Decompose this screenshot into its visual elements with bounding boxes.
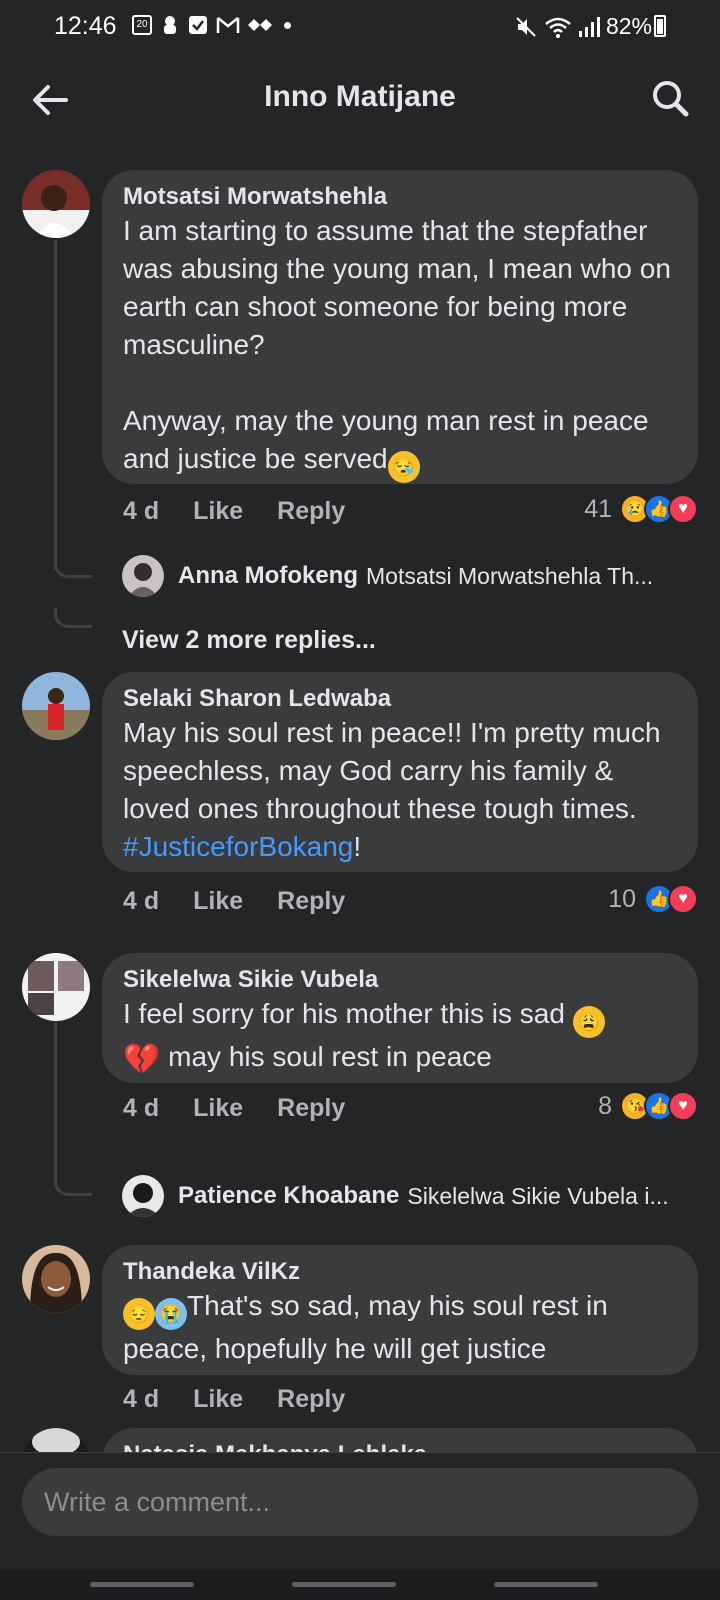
- app-header: Inno Matijane: [0, 60, 720, 136]
- reaction-summary[interactable]: 8 😘 👍 ♥: [598, 1091, 698, 1121]
- comment-text-body: I am starting to assume that the stepfat…: [123, 215, 671, 474]
- comment-text-body: May his soul rest in peace!! I'm pretty …: [123, 717, 669, 824]
- comment-input[interactable]: [22, 1468, 698, 1536]
- comment-actions: 4 d Like Reply: [123, 887, 379, 916]
- love-reaction-icon: ♥: [668, 494, 698, 524]
- avatar[interactable]: [22, 1245, 90, 1313]
- thread-line: [54, 240, 57, 570]
- reply-avatar[interactable]: [122, 555, 164, 597]
- comment-time[interactable]: 4 d: [123, 497, 159, 526]
- reaction-count: 8: [598, 1091, 612, 1120]
- like-button[interactable]: Like: [193, 497, 243, 526]
- battery-percent: 82%: [605, 13, 652, 39]
- comment-author[interactable]: Thandeka VilKz: [123, 1257, 678, 1287]
- comment-author[interactable]: Natasja Makhanya Lehlaka: [123, 1440, 678, 1452]
- reply-author[interactable]: Patience Khoabane: [178, 1182, 399, 1210]
- battery-icon: [654, 15, 666, 37]
- comment-bubble[interactable]: Natasja Makhanya Lehlaka: [102, 1428, 698, 1452]
- search-icon[interactable]: [648, 76, 692, 120]
- status-time: 12:46: [54, 12, 117, 40]
- comment-author[interactable]: Motsatsi Morwatshehla: [123, 182, 678, 212]
- signal-icon: [578, 16, 600, 37]
- reply-preview-row[interactable]: Anna Mofokeng Motsatsi Morwatshehla Th..…: [122, 555, 692, 597]
- avatar[interactable]: [22, 170, 90, 238]
- nav-recents-button[interactable]: [90, 1582, 194, 1587]
- comment-text: I am starting to assume that the stepfat…: [123, 212, 678, 483]
- love-reaction-icon: ♥: [668, 884, 698, 914]
- reply-button[interactable]: Reply: [277, 1385, 345, 1414]
- weary-face-emoji: 😩: [572, 1006, 605, 1038]
- like-button[interactable]: Like: [193, 1094, 243, 1123]
- comment-text-body: I feel sorry for his mother this is sad: [123, 998, 573, 1029]
- comment-time[interactable]: 4 d: [123, 1094, 159, 1123]
- comment-text: May his soul rest in peace!! I'm pretty …: [123, 714, 678, 866]
- comment-time[interactable]: 4 d: [123, 887, 159, 916]
- comment-author[interactable]: Sikelelwa Sikie Vubela: [123, 965, 678, 995]
- like-button[interactable]: Like: [193, 887, 243, 916]
- reply-button[interactable]: Reply: [277, 887, 345, 916]
- broken-heart-emoji: 💔: [123, 1043, 161, 1076]
- reply-connector: [54, 608, 92, 628]
- hand-icon: [164, 16, 176, 34]
- reaction-summary[interactable]: 10 👍 ♥: [608, 884, 698, 914]
- reply-button[interactable]: Reply: [277, 497, 345, 526]
- reply-author[interactable]: Anna Mofokeng: [178, 562, 358, 590]
- reaction-count: 41: [584, 494, 612, 523]
- avatar[interactable]: [22, 672, 90, 740]
- hashtag-link[interactable]: #JusticeforBokang: [123, 831, 353, 862]
- more-notifications-dot: [284, 21, 291, 29]
- reply-connector: [54, 1176, 92, 1196]
- avatar[interactable]: [22, 1428, 90, 1452]
- reply-preview-row[interactable]: Patience Khoabane Sikelelwa Sikie Vubela…: [122, 1175, 692, 1217]
- nav-home-button[interactable]: [292, 1582, 396, 1587]
- comment: Natasja Makhanya Lehlaka: [0, 1428, 720, 1452]
- reply-avatar[interactable]: [122, 1175, 164, 1217]
- comment-actions: 4 d Like Reply: [123, 1094, 379, 1123]
- mute-icon: [516, 16, 536, 37]
- reply-text-preview: Sikelelwa Sikie Vubela i...: [407, 1182, 669, 1209]
- comment-bubble[interactable]: Sikelelwa Sikie Vubela I feel sorry for …: [102, 953, 698, 1083]
- comment-text-body: That's so sad, may his soul rest in peac…: [123, 1290, 616, 1364]
- reaction-count: 10: [608, 884, 636, 913]
- comment-actions: 4 d Like Reply: [123, 1385, 379, 1414]
- comment-bubble[interactable]: Selaki Sharon Ledwaba May his soul rest …: [102, 672, 698, 872]
- comment-actions: 4 d Like Reply: [123, 497, 379, 526]
- comment-bubble[interactable]: Motsatsi Morwatshehla I am starting to a…: [102, 170, 698, 484]
- system-nav-bar: [0, 1570, 720, 1600]
- comment-text-body-2: may his soul rest in peace: [160, 1041, 492, 1072]
- checkbox-icon: [189, 16, 207, 34]
- comment-text: I feel sorry for his mother this is sad …: [123, 995, 678, 1079]
- comment-text-end: !: [353, 831, 362, 862]
- pensive-face-emoji: 😔: [123, 1298, 155, 1330]
- gmail-icon: [216, 17, 240, 33]
- avatar[interactable]: [22, 953, 90, 1021]
- crying-face-emoji: 😭: [155, 1298, 187, 1330]
- calendar-icon: 20: [132, 15, 152, 35]
- reply-button[interactable]: Reply: [277, 1094, 345, 1123]
- comment-author[interactable]: Selaki Sharon Ledwaba: [123, 684, 678, 714]
- view-more-replies-link[interactable]: View 2 more replies...: [122, 626, 376, 655]
- nav-back-button[interactable]: [494, 1582, 598, 1587]
- reply-connector: [54, 558, 92, 578]
- comment-text: 😔 😭 That's so sad, may his soul rest in pe…: [123, 1287, 678, 1368]
- sleepy-face-emoji: 😪: [387, 451, 420, 483]
- love-reaction-icon: ♥: [668, 1091, 698, 1121]
- page-title: Inno Matijane: [264, 80, 456, 113]
- comment-bubble[interactable]: Thandeka VilKz 😔 😭 That's so sad, may his …: [102, 1245, 698, 1375]
- reaction-summary[interactable]: 41 😢 👍 ♥: [584, 494, 698, 524]
- like-button[interactable]: Like: [193, 1385, 243, 1414]
- thread-line: [54, 1020, 57, 1178]
- status-bar: 12:46 20 82%: [0, 0, 720, 52]
- dots-icon: [248, 19, 272, 31]
- comment-time[interactable]: 4 d: [123, 1385, 159, 1414]
- wifi-icon: [545, 17, 571, 38]
- notification-icons: 20: [132, 14, 291, 36]
- system-icons: 82%: [514, 13, 652, 40]
- reply-text-preview: Motsatsi Morwatshehla Th...: [366, 562, 654, 589]
